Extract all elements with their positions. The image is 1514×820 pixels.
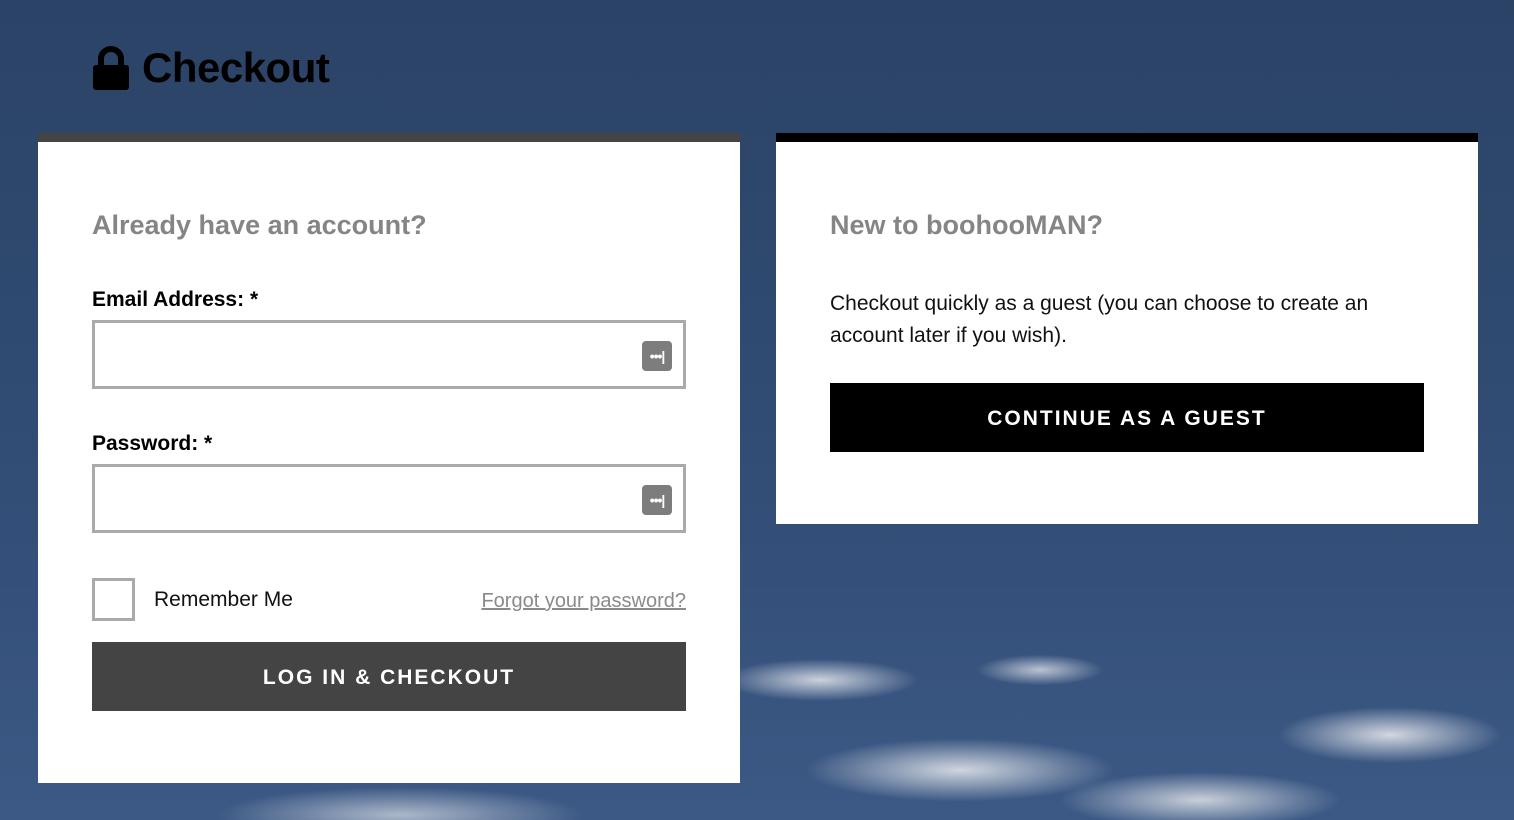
page-header: Checkout (92, 44, 330, 92)
login-heading: Already have an account? (92, 210, 427, 240)
remember-me-checkbox[interactable] (92, 578, 135, 621)
remember-me-row: Remember Me (92, 578, 293, 621)
email-label: Email Address: * (92, 288, 259, 311)
email-field-box: •••| (92, 320, 686, 389)
continue-as-guest-button[interactable]: CONTINUE AS A GUEST (830, 383, 1424, 452)
email-input[interactable] (95, 323, 639, 386)
forgot-password-link[interactable]: Forgot your password? (481, 590, 686, 613)
password-input[interactable] (95, 467, 639, 530)
guest-panel: New to boohooMAN? Checkout quickly as a … (776, 133, 1478, 524)
guest-heading: New to boohooMAN? (830, 210, 1103, 240)
guest-description: Checkout quickly as a guest (you can cho… (830, 292, 1369, 347)
password-manager-icon[interactable]: •••| (642, 485, 672, 515)
login-checkout-button[interactable]: LOG IN & CHECKOUT (92, 642, 686, 711)
login-panel: Already have an account? Email Address: … (38, 133, 740, 783)
lock-icon (92, 46, 130, 90)
page-title: Checkout (142, 44, 330, 91)
password-field-box: •••| (92, 464, 686, 533)
password-manager-icon[interactable]: •••| (642, 341, 672, 371)
remember-me-label[interactable]: Remember Me (154, 588, 293, 612)
password-label: Password: * (92, 432, 213, 455)
